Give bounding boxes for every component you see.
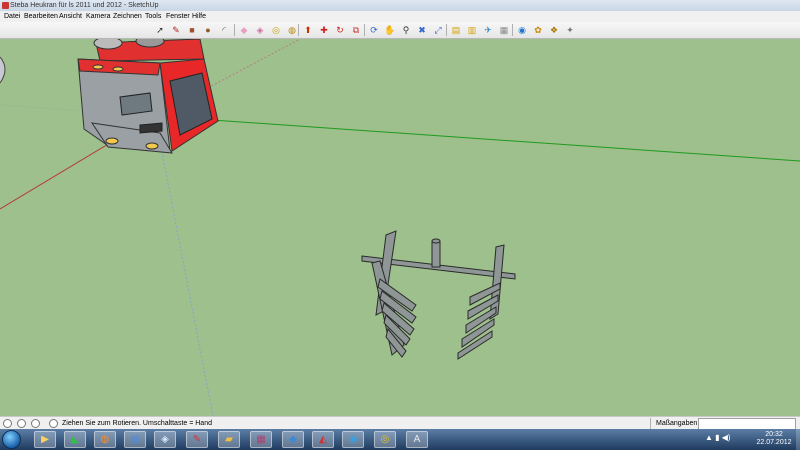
google-earth-icon[interactable]: ◉	[516, 24, 528, 36]
earth-icon[interactable]: ◉	[342, 431, 364, 448]
move-icon[interactable]: ✚	[318, 24, 330, 36]
zoom-extents-icon[interactable]: ⤢	[432, 24, 444, 36]
menu-kamera[interactable]: Kamera	[86, 11, 111, 22]
show-desktop-button[interactable]	[796, 429, 800, 450]
push-pull-icon[interactable]: ⬆	[302, 24, 314, 36]
window-title: Steba Heukran für ls 2011 und 2012 - Ske…	[10, 2, 159, 9]
menu-datei[interactable]: Datei	[4, 11, 20, 22]
title-bar: Steba Heukran für ls 2011 und 2012 - Ske…	[0, 0, 800, 11]
orbit-edge-icon	[0, 56, 6, 84]
scene-svg	[0, 34, 800, 417]
status-help-icon[interactable]	[49, 419, 58, 428]
windows-taskbar: ▲ ▮ ◀) 20:32 22.07.2012 ▶ ◣ ◍ ▣ ◈ ✎ ▰ ▦ ◆ ◭ ◉ ◎ A	[0, 429, 800, 450]
status-divider	[650, 418, 651, 429]
clock-date: 22.07.2012	[756, 439, 792, 446]
orbit-icon[interactable]: ⟳	[368, 24, 380, 36]
eraser-icon[interactable]: ◆	[238, 24, 250, 36]
toolbar-separator	[446, 24, 447, 36]
menu-tools[interactable]: Tools	[145, 11, 161, 22]
sketchup-app-icon	[2, 2, 9, 9]
zoom-window-icon[interactable]: ✖	[416, 24, 428, 36]
shield-app-icon[interactable]: ◆	[282, 431, 304, 448]
pan-icon[interactable]: ✋	[384, 24, 396, 36]
font-app-icon[interactable]: A	[406, 431, 428, 448]
rectangle-icon[interactable]: ■	[186, 24, 198, 36]
offset-icon[interactable]: ⧉	[350, 24, 362, 36]
system-tray-icons[interactable]: ▲ ▮ ◀)	[705, 433, 731, 442]
status-credits-icon[interactable]	[17, 419, 26, 428]
toolbar-separator	[512, 24, 513, 36]
components-icon[interactable]: ▦	[498, 24, 510, 36]
sketchup-icon[interactable]: ✎	[186, 431, 208, 448]
layers-app-icon[interactable]: ◈	[154, 431, 176, 448]
hay-grab-model	[361, 230, 516, 360]
arc-icon[interactable]: ◜	[218, 24, 230, 36]
materials-icon[interactable]: ❖	[548, 24, 560, 36]
taskbar-clock[interactable]: 20:32 22.07.2012	[752, 431, 796, 447]
drawing-viewport[interactable]	[0, 34, 800, 417]
status-bar: Ziehen Sie zum Rotieren. Umschalttaste =…	[0, 416, 800, 430]
car-game-icon[interactable]: ◭	[312, 431, 334, 448]
windows-explorer-icon[interactable]: ▶	[34, 431, 56, 448]
winrar-icon[interactable]: ▦	[250, 431, 272, 448]
stock-app-icon[interactable]: ◣	[64, 431, 86, 448]
extension-icon[interactable]: ✦	[564, 24, 576, 36]
status-info-icon[interactable]	[3, 419, 12, 428]
eraser-pink-icon[interactable]: ◈	[254, 24, 266, 36]
menu-ansicht[interactable]: Ansicht	[59, 11, 82, 22]
get-models-icon[interactable]: ✈	[482, 24, 494, 36]
menu-bearbeiten[interactable]: Bearbeiten	[24, 11, 58, 22]
share-model-icon[interactable]: ▥	[466, 24, 478, 36]
chrome-icon[interactable]: ◎	[374, 431, 396, 448]
rotate-icon[interactable]: ↻	[334, 24, 346, 36]
menu-hilfe[interactable]: Hilfe	[192, 11, 206, 22]
3d-warehouse-icon[interactable]: ▤	[450, 24, 462, 36]
pencil-icon[interactable]: ✎	[170, 24, 182, 36]
menu-fenster[interactable]: Fenster	[166, 11, 190, 22]
crane-cabin-model	[77, 34, 219, 154]
blue-axis-dashed	[154, 115, 214, 417]
toolbar-separator	[364, 24, 365, 36]
circle-icon[interactable]: ●	[202, 24, 214, 36]
toolbar-separator	[298, 24, 299, 36]
start-button[interactable]	[2, 430, 21, 449]
media-icon[interactable]: ▣	[124, 431, 146, 448]
styles-icon[interactable]: ✿	[532, 24, 544, 36]
paint-bucket-icon[interactable]: ◍	[286, 24, 298, 36]
toolbar-separator	[234, 24, 235, 36]
menu-zeichnen[interactable]: Zeichnen	[113, 11, 142, 22]
select-icon[interactable]: ➚	[154, 24, 166, 36]
clock-time: 20:32	[765, 431, 783, 438]
green-axis	[154, 115, 800, 162]
main-toolbar: ➚ ✎ ■ ● ◜ ◆ ◈ ◎ ◍ ⬆ ✚ ↻ ⧉ ⟳ ✋ ⚲ ✖ ⤢ ▤ ▥ ✈ ▦ ◉ ✿ ❖ ✦	[0, 22, 800, 39]
menu-bar: Datei Bearbeiten Ansicht Kamera Zeichnen…	[0, 11, 800, 22]
tape-measure-icon[interactable]: ◎	[270, 24, 282, 36]
status-user-icon[interactable]	[31, 419, 40, 428]
folder-app-icon[interactable]: ▰	[218, 431, 240, 448]
firefox-icon[interactable]: ◍	[94, 431, 116, 448]
zoom-icon[interactable]: ⚲	[400, 24, 412, 36]
